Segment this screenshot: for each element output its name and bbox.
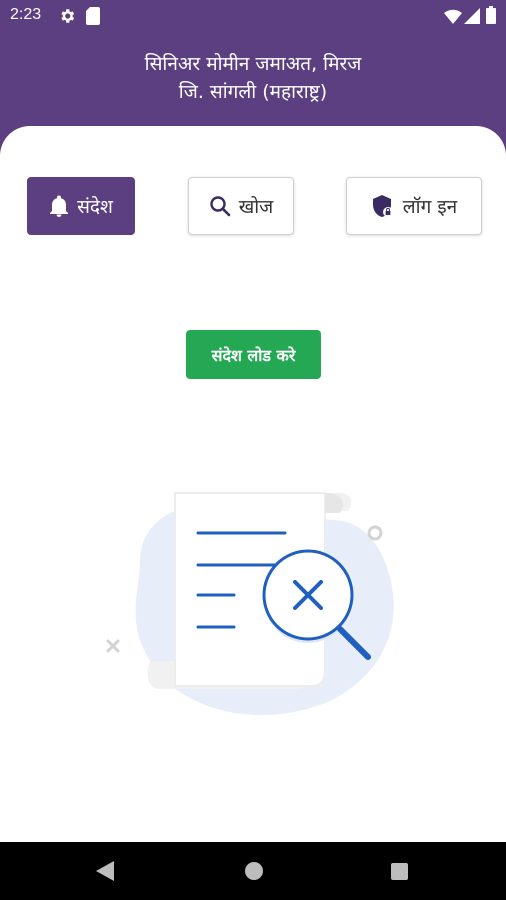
sim-card-icon — [86, 7, 100, 25]
app-title-line2: जि. सांगली (महाराष्ट्र) — [178, 81, 328, 103]
load-messages-button[interactable]: संदेश लोड करे — [186, 330, 321, 379]
tab-login[interactable]: लॉग इन — [346, 177, 482, 235]
home-icon[interactable] — [244, 861, 264, 881]
tab-login-label: लॉग इन — [402, 196, 458, 218]
app-title: सिनिअर मोमीन जमाअत, मिरज जि. सांगली (महा… — [0, 50, 506, 106]
status-bar: 2:23 — [0, 0, 506, 32]
recents-icon[interactable] — [391, 863, 408, 880]
bell-icon — [50, 195, 69, 217]
decor-circle — [367, 525, 383, 541]
tab-messages[interactable]: संदेश — [27, 177, 135, 235]
tab-search-label: खोज — [238, 196, 274, 218]
tab-search[interactable]: खोज — [188, 177, 294, 235]
decor-x — [106, 639, 120, 653]
status-time: 2:23 — [10, 6, 42, 23]
wifi-icon — [444, 9, 462, 24]
main-card: संदेश खोज लॉग इन संदेश लोड करे — [0, 126, 506, 842]
empty-state-illustration — [106, 492, 394, 716]
app-title-line1: सिनिअर मोमीन जमाअत, मिरज — [144, 53, 362, 75]
signal-icon — [464, 8, 480, 24]
back-icon[interactable] — [96, 861, 114, 881]
settings-gear-icon — [61, 9, 75, 23]
search-icon — [210, 196, 231, 217]
system-nav-bar — [0, 842, 506, 900]
tab-messages-label: संदेश — [77, 196, 113, 218]
battery-icon — [486, 6, 496, 24]
shield-lock-icon — [372, 195, 393, 217]
